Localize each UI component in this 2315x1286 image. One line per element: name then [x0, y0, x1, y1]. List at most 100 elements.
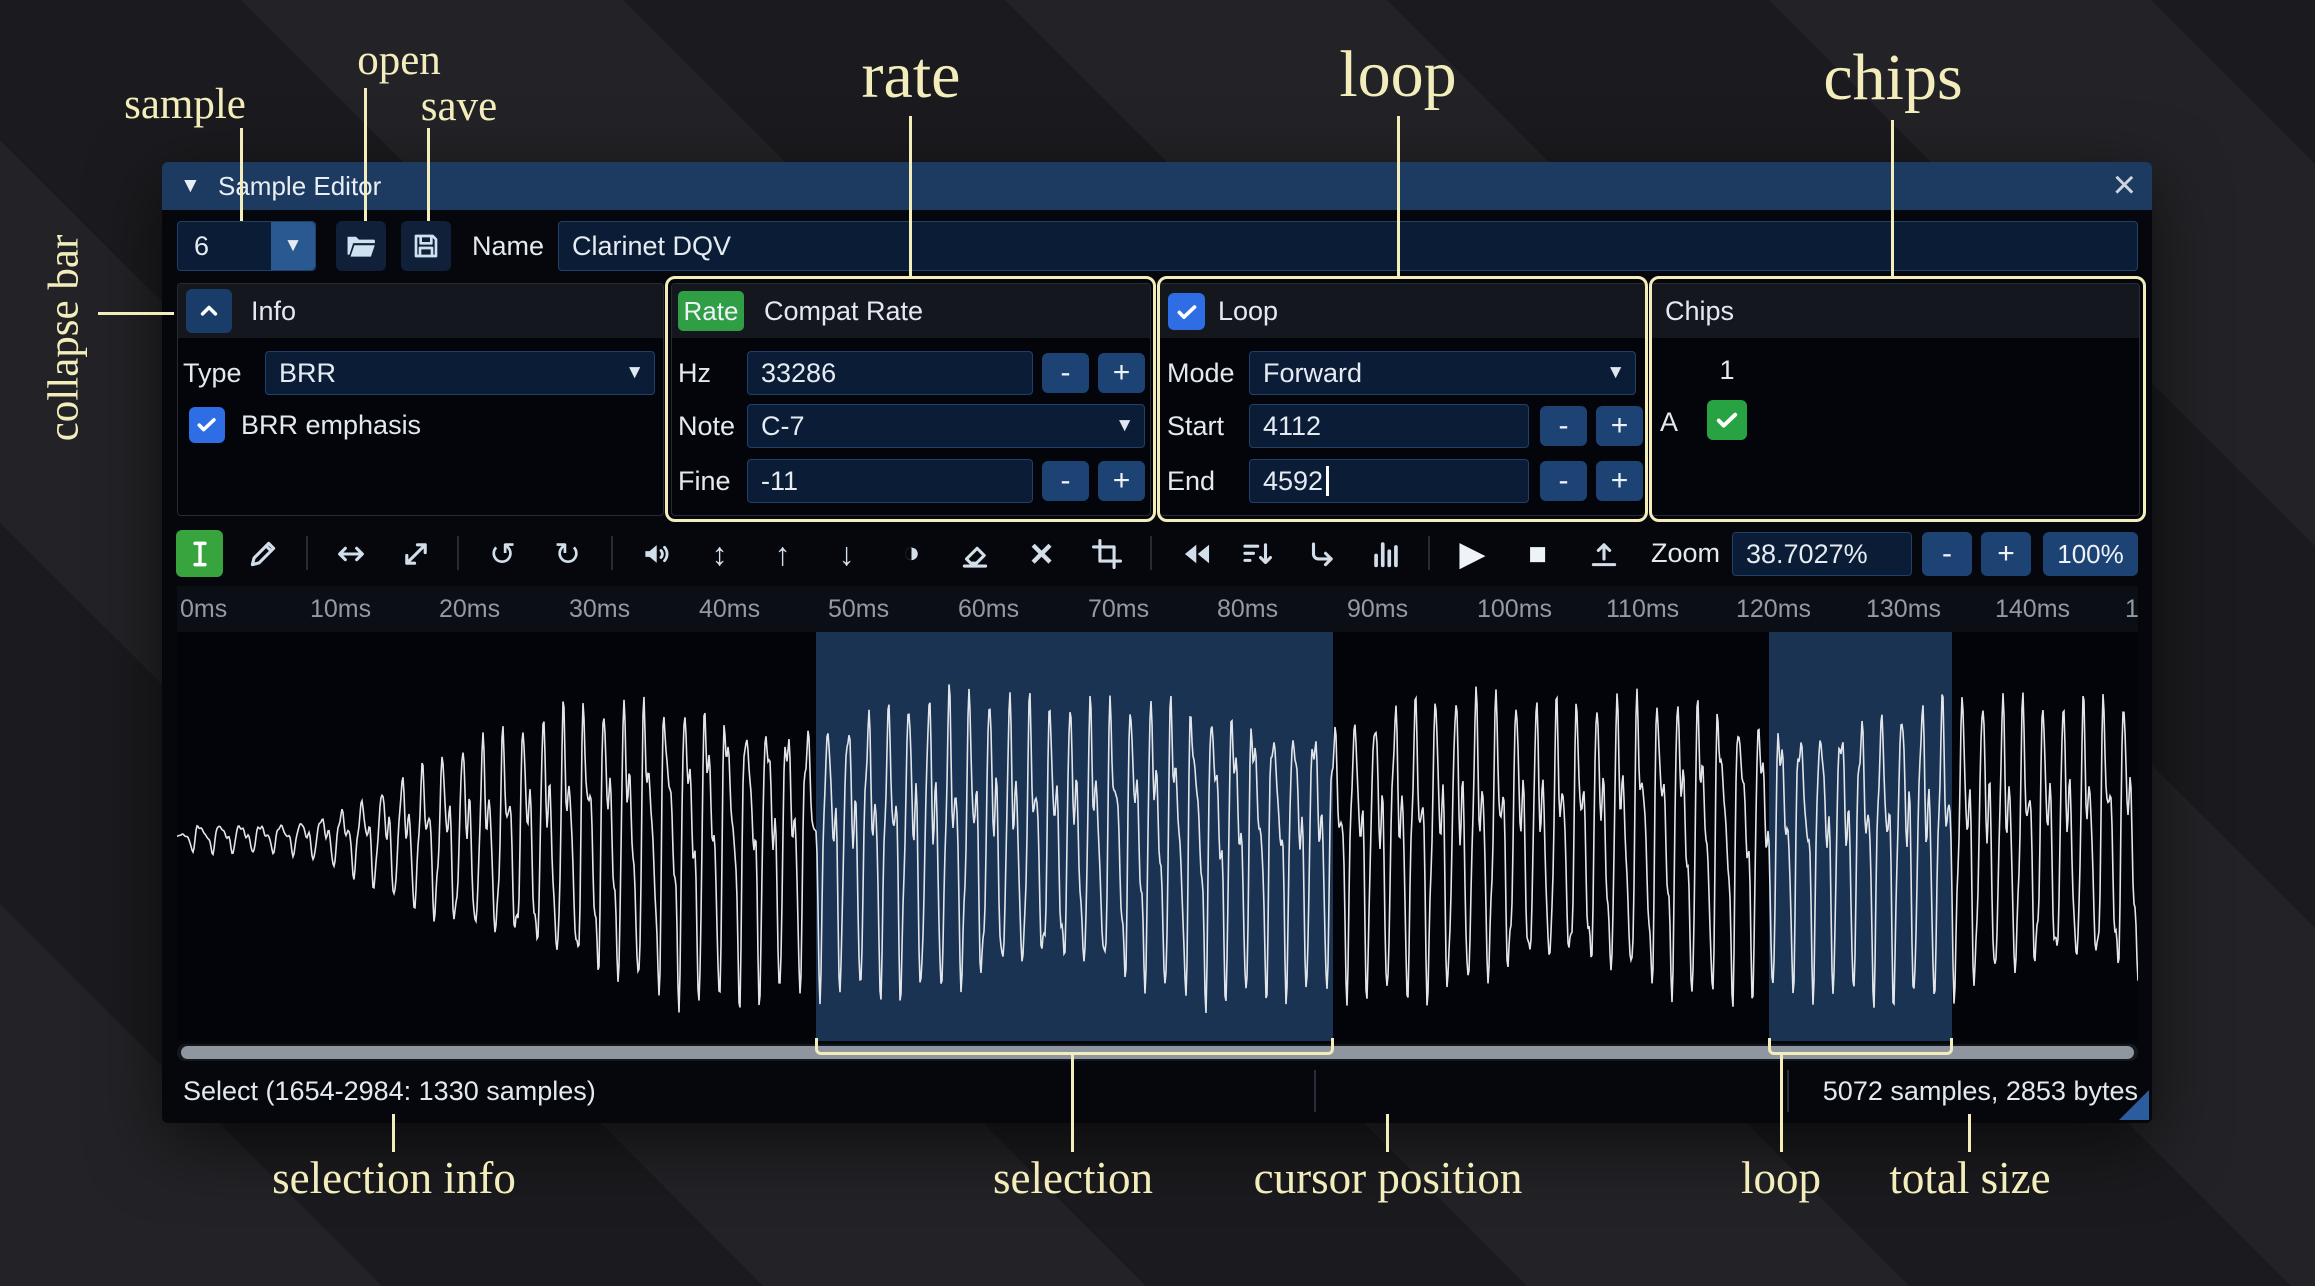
- status-total-size: 5072 samples, 2853 bytes: [1822, 1075, 2138, 1106]
- timeline-tick: 60ms: [958, 595, 1020, 623]
- annotation-chips: chips: [1823, 41, 1963, 114]
- timeline-tick: 80ms: [1217, 595, 1279, 623]
- annotation-loop-bottom: loop: [1740, 1153, 1822, 1203]
- filter-button[interactable]: [1233, 530, 1280, 577]
- annotation-rate: rate: [861, 39, 961, 112]
- annotation-line: [364, 88, 367, 221]
- collapse-bar-button[interactable]: [186, 289, 232, 333]
- redo-button[interactable]: ↻: [544, 530, 591, 577]
- play-icon: ▶: [1459, 534, 1486, 573]
- annotation-line: [1968, 1114, 1971, 1152]
- stop-icon: ■: [1528, 536, 1547, 571]
- type-dropdown[interactable]: BRR ▼: [265, 351, 655, 395]
- stop-preview-button[interactable]: ■: [1514, 530, 1561, 577]
- annotation-selection-info: selection info: [272, 1153, 516, 1203]
- import-button[interactable]: [1580, 530, 1627, 577]
- timeline-tick: 30ms: [569, 595, 631, 623]
- status-selection-info: Select (1654-2984: 1330 samples): [183, 1075, 596, 1106]
- folder-open-icon: [347, 236, 375, 257]
- zoom-reset-button[interactable]: 100%: [2043, 532, 2138, 576]
- corner-arrow-icon: [1311, 542, 1333, 566]
- titlebar[interactable]: ▼ Sample Editor ×: [162, 162, 2152, 210]
- fade-in-button[interactable]: ↑: [759, 530, 806, 577]
- undo-button[interactable]: ↺: [479, 530, 526, 577]
- preview-button[interactable]: ▶: [1449, 530, 1496, 577]
- silence-button[interactable]: [951, 530, 998, 577]
- toolbar-separator: [457, 536, 459, 570]
- annotation-line: [1071, 1054, 1074, 1152]
- timeline-tick: 50ms: [828, 595, 890, 623]
- annotation-sample: sample: [124, 81, 246, 128]
- annotation-line: [392, 1114, 395, 1152]
- type-label: Type: [183, 357, 242, 388]
- brr-emphasis-checkbox[interactable]: [189, 407, 225, 443]
- status-separator: [1314, 1070, 1316, 1112]
- i-beam-icon: [192, 541, 207, 566]
- zoom-out-button[interactable]: -: [1922, 532, 1972, 576]
- zoom-in-button[interactable]: +: [1981, 532, 2031, 576]
- resize-grip[interactable]: [2119, 1090, 2149, 1120]
- annotation-bracket-loop: [1768, 1038, 1953, 1055]
- resample-button[interactable]: [392, 530, 439, 577]
- timeline-tick: 20ms: [439, 595, 501, 623]
- timeline-tick: 100ms: [1477, 595, 1553, 623]
- type-dropdown-icon[interactable]: ▼: [625, 362, 644, 384]
- annotation-cursor-position: cursor position: [1253, 1153, 1523, 1203]
- annotation-box-chips: [1649, 276, 2146, 522]
- annotation-box-loop: [1157, 276, 1648, 522]
- brr-emphasis-label: BRR emphasis: [241, 409, 422, 440]
- annotation-line: [98, 312, 174, 315]
- delete-button[interactable]: ×: [1018, 530, 1065, 577]
- timeline-tick: 10ms: [310, 595, 372, 623]
- annotation-line: [240, 128, 243, 221]
- annotation-loop: loop: [1339, 38, 1457, 111]
- draw-tool-button[interactable]: [239, 530, 286, 577]
- normalize-button[interactable]: ↕: [696, 530, 743, 577]
- rewind-icon: [1184, 544, 1209, 563]
- timeline-tick: 140ms: [1995, 595, 2071, 623]
- info-panel-title: Info: [251, 295, 297, 326]
- annotation-bracket-selection: [815, 1038, 1334, 1055]
- invert-button[interactable]: ◑: [888, 530, 935, 577]
- check-icon: [197, 418, 217, 432]
- floppy-save-icon: [414, 234, 438, 258]
- timeline-tick: 70ms: [1088, 595, 1150, 623]
- close-icon[interactable]: ×: [2113, 162, 2136, 208]
- speaker-icon: [644, 544, 668, 563]
- amplify-button[interactable]: [632, 530, 679, 577]
- fade-out-button[interactable]: ↓: [823, 530, 870, 577]
- insert-button[interactable]: [1298, 530, 1345, 577]
- bar-chart-icon: [1373, 541, 1398, 567]
- pencil-icon: [250, 541, 275, 566]
- zoom-label: Zoom: [1651, 538, 1721, 568]
- sample-number-select[interactable]: 6 ▼: [177, 221, 316, 271]
- annotation-open: open: [357, 37, 441, 84]
- annotation-total-size: total size: [1889, 1153, 2051, 1203]
- x-icon: ×: [1029, 531, 1054, 576]
- open-button[interactable]: [336, 221, 386, 271]
- timeline-tick: 90ms: [1347, 595, 1409, 623]
- save-button[interactable]: [401, 221, 451, 271]
- toolbar-separator: [611, 536, 613, 570]
- sort-descending-icon: [1242, 542, 1272, 564]
- annotation-line: [1386, 1114, 1389, 1152]
- name-input[interactable]: Clarinet DQV: [558, 221, 2138, 271]
- type-value: BRR: [279, 357, 337, 388]
- sample-number-dropdown-icon[interactable]: ▼: [271, 222, 315, 270]
- name-label: Name: [472, 230, 545, 261]
- window-collapse-triangle-icon[interactable]: ▼: [180, 162, 201, 210]
- annotation-line: [1397, 116, 1400, 276]
- trim-button[interactable]: [1083, 530, 1130, 577]
- eraser-icon: [962, 546, 987, 568]
- waveform-canvas[interactable]: [177, 632, 2138, 1041]
- timeline-tick: 110ms: [1606, 595, 1680, 623]
- select-tool-button[interactable]: [176, 530, 223, 577]
- zoom-input[interactable]: 38.7027%: [1732, 532, 1912, 576]
- reverse-button[interactable]: [1173, 530, 1220, 577]
- resize-button[interactable]: [327, 530, 374, 577]
- annotation-line: [909, 116, 912, 276]
- wavetable-button[interactable]: [1362, 530, 1409, 577]
- waveform: [177, 684, 2138, 1014]
- annotation-selection: selection: [993, 1153, 1153, 1203]
- half-circle-icon: ◑: [902, 537, 921, 569]
